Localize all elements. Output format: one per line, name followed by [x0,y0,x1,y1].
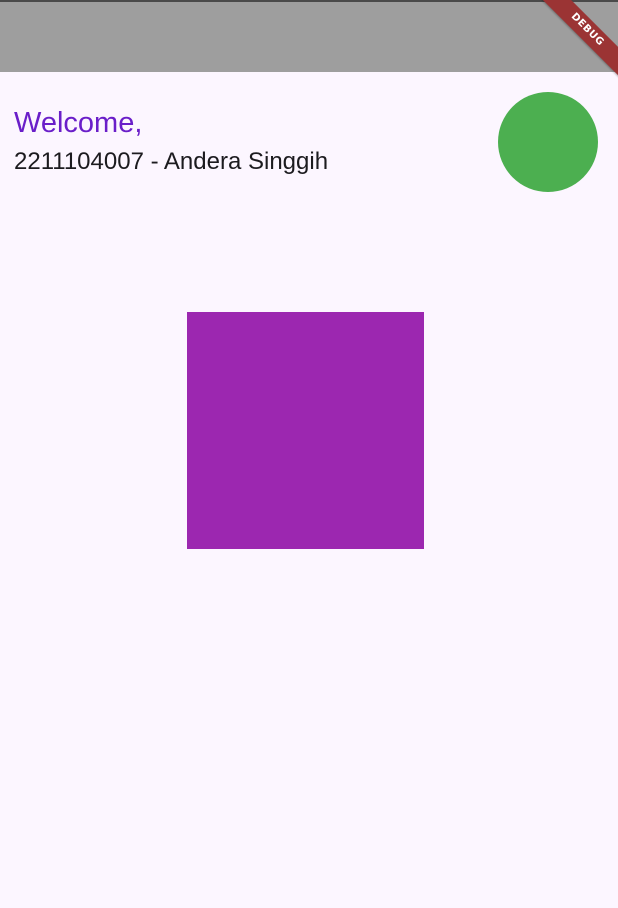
user-info-text: 2211104007 - Andera Singgih [14,148,329,175]
avatar [498,92,598,192]
app-bar [0,0,618,72]
purple-square [187,312,424,549]
welcome-text: Welcome, [14,107,143,139]
